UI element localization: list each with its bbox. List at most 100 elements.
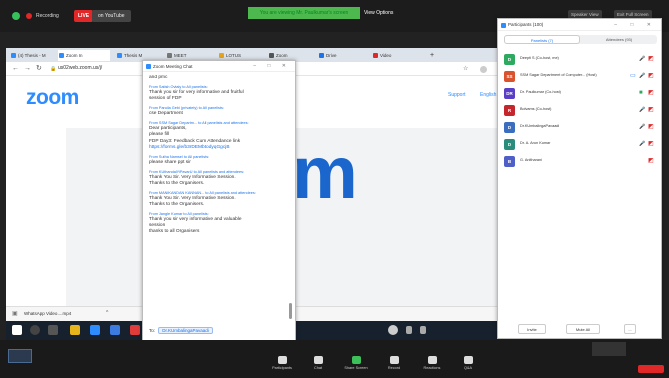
participant-row[interactable]: D Dr. A. Arun Kumar ◩ 🎤 [502, 136, 659, 153]
file-explorer-icon[interactable] [70, 325, 80, 335]
windows-start-icon[interactable] [12, 325, 22, 335]
url-text[interactable]: us02web.zoom.us/j/ [58, 65, 102, 71]
participants-title-bar: Participants (100) – □ ✕ [498, 19, 661, 31]
back-arrow-icon[interactable]: ← [12, 65, 19, 73]
chat-message: From Sutha Namsel to All panelists: plea… [149, 155, 289, 166]
feedback-form-link[interactable]: https://forms.gle/b3rDEMbtodyqGgcjB [149, 145, 289, 151]
live-badge[interactable]: LIVE [74, 10, 94, 22]
video-off-icon: ◩ [648, 73, 654, 79]
window-controls[interactable]: – □ ✕ [253, 61, 291, 72]
participant-name: SSM Sagar Department of Computer... (Hos… [520, 73, 597, 77]
tab-panelists[interactable]: Panelists (7) [504, 35, 580, 44]
participants-button[interactable]: Participants [270, 356, 294, 370]
language-link[interactable]: English [480, 92, 496, 98]
end-meeting-button[interactable] [638, 365, 664, 373]
participants-title: Participants (100) [508, 22, 544, 27]
zoom-icon [501, 22, 506, 28]
participants-icon [277, 356, 287, 364]
chat-title-bar: Zoom Meeting Chat – □ ✕ [143, 61, 295, 72]
self-view-thumbnail[interactable] [8, 349, 32, 363]
browser-tab[interactable]: (4) Thesis - M [10, 50, 46, 61]
mute-all-button[interactable]: Mute All [566, 324, 600, 334]
browser-tab[interactable]: Thesis M [116, 50, 142, 61]
participant-name: G. Anitharani [520, 158, 542, 162]
reactions-icon [427, 356, 437, 364]
recipient-dropdown[interactable]: Dr.KUmbalingaPavaadi [158, 327, 213, 334]
window-controls[interactable]: – □ ✕ [614, 19, 657, 31]
edge-icon[interactable] [110, 325, 120, 335]
tray-battery-icon[interactable] [420, 326, 426, 334]
profile-avatar[interactable] [480, 66, 487, 73]
participants-tabs: Panelists (7) Attendees (93) [504, 35, 657, 44]
recording-label: Recording [36, 13, 59, 19]
forward-arrow-icon[interactable]: → [24, 65, 31, 73]
qa-button[interactable]: Q&A [456, 356, 480, 370]
tab-favicon-icon [117, 53, 122, 58]
tray-network-icon[interactable] [388, 325, 398, 335]
toolbar-label: Chat [313, 366, 323, 370]
participant-name: Dr. Paulkumar (Co-host) [520, 90, 561, 94]
participant-row[interactable]: B G. Anitharani ◩ [502, 153, 659, 170]
search-icon[interactable] [30, 325, 40, 335]
reactions-button[interactable]: Reactions [420, 356, 444, 370]
chat-recipient-row: To: Dr.KUmbalingaPavaadi [149, 327, 213, 334]
avatar: R [504, 105, 515, 116]
participant-row[interactable]: D Dr.KUmbalingaPavaadi ◩ 🎤 [502, 119, 659, 136]
participant-name: Dr. A. Arun Kumar [520, 141, 551, 145]
zoom-chat-window: Zoom Meeting Chat – □ ✕ and pmc From Sat… [142, 60, 296, 363]
chat-message: From KUthandalYiPavarU to All panelists … [149, 170, 289, 187]
participants-footer: Invite Mute All ... [498, 323, 663, 337]
mic-muted-icon: 🎤 [639, 124, 646, 130]
more-options-button[interactable]: ... [624, 324, 636, 334]
youtube-label[interactable]: on YouTube [92, 10, 131, 22]
participant-row[interactable]: DR Dr. Paulkumar (Co-host) ◩ ■ [502, 85, 659, 102]
star-icon[interactable]: ☆ [463, 65, 468, 73]
chat-scrollbar[interactable] [289, 303, 292, 319]
share-screen-icon [351, 356, 361, 364]
chat-button[interactable]: Chat [306, 356, 330, 370]
mic-muted-icon: 🎤 [639, 73, 646, 79]
zoom-app-icon[interactable] [90, 325, 100, 335]
video-off-icon: ◩ [648, 107, 654, 113]
browser-tab[interactable]: Video [372, 50, 391, 61]
tray-volume-icon[interactable] [406, 326, 412, 334]
chat-message: From Satish Ovtaly to All panelists: Tha… [149, 85, 289, 102]
mic-muted-icon: 🎤 [639, 107, 646, 113]
mic-muted-icon: 🎤 [639, 56, 646, 62]
chat-message-list: and pmc From Satish Ovtaly to All paneli… [149, 75, 289, 321]
invite-button[interactable]: Invite [518, 324, 546, 334]
download-item[interactable]: WhatsApp Video....mp4 [24, 311, 71, 316]
avatar: DR [504, 88, 515, 99]
zoom-icon [146, 64, 151, 69]
participant-row[interactable]: D Deepti S (Co-host, me) ◩ 🎤 [502, 51, 659, 68]
record-dot-icon [26, 13, 32, 19]
sharing-banner: You are viewing Mr. Paulkumar's screen [248, 7, 360, 19]
record-icon [389, 356, 399, 364]
mic-active-icon: ■ [639, 90, 643, 96]
reload-icon[interactable]: ↻ [36, 65, 42, 73]
video-off-icon: ◩ [648, 141, 654, 147]
new-tab-icon[interactable]: + [430, 50, 434, 61]
chat-message: and pmc [149, 75, 168, 80]
browser-tab-active[interactable]: Zoom In [58, 50, 110, 61]
tab-favicon-icon [269, 53, 274, 58]
avatar: B [504, 156, 515, 167]
tab-attendees[interactable]: Attendees (93) [581, 35, 657, 44]
view-options-button[interactable]: View Options [364, 8, 393, 18]
support-link[interactable]: Support [448, 92, 466, 98]
file-icon: ▣ [12, 311, 18, 317]
avatar: D [504, 54, 515, 65]
chrome-icon[interactable] [130, 325, 140, 335]
browser-tab[interactable]: Drive [318, 50, 337, 61]
record-button[interactable]: Record [382, 356, 406, 370]
participant-row[interactable]: SS SSM Sagar Department of Computer... (H… [502, 68, 659, 85]
toolbar-label: Share Screen [344, 366, 368, 370]
toolbar-label: Participants [272, 366, 292, 370]
share-screen-button[interactable]: Share Screen [344, 356, 368, 370]
participant-row[interactable]: R Bolvams (Co-host) ◩ 🎤 [502, 102, 659, 119]
task-view-icon[interactable] [48, 325, 58, 335]
to-label: To: [149, 328, 156, 333]
screen: Recording LIVE on YouTube You are viewin… [0, 0, 669, 378]
tab-favicon-icon [319, 53, 324, 58]
chevron-up-icon[interactable]: ^ [106, 310, 108, 316]
